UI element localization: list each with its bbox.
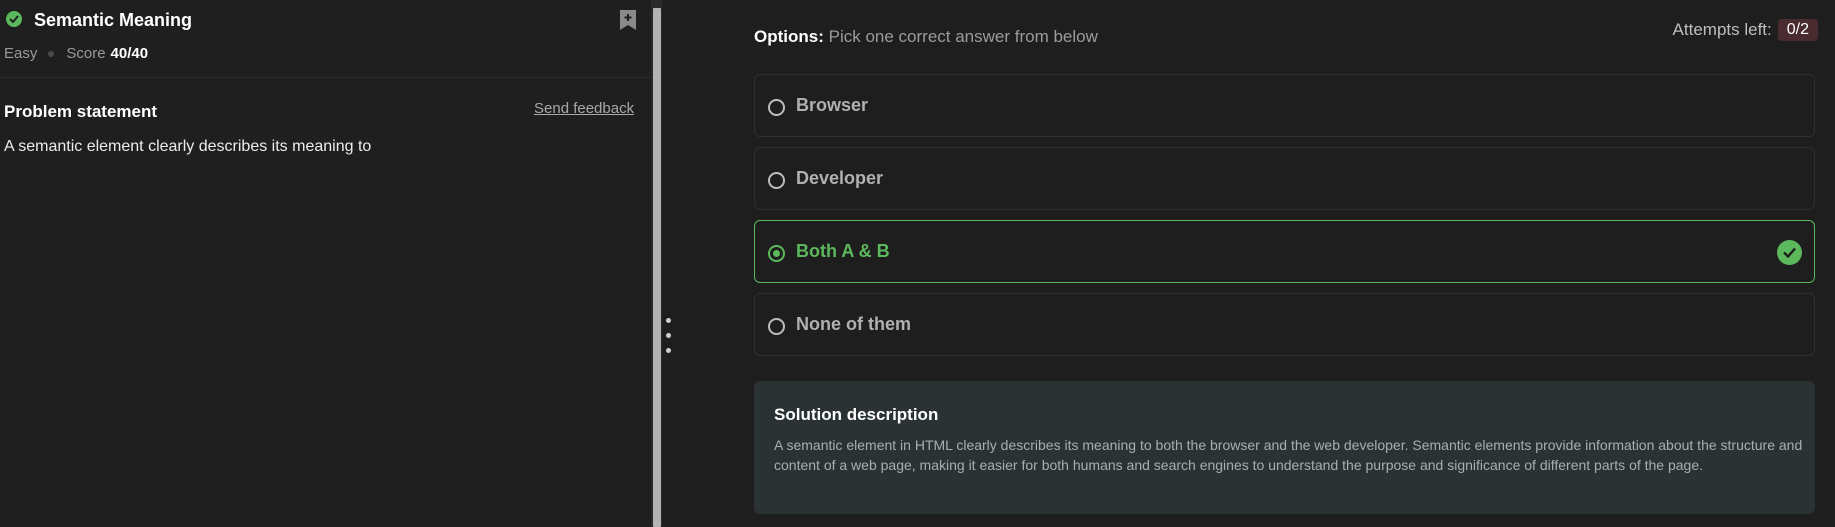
difficulty-label: Easy	[4, 45, 38, 62]
radio-button[interactable]	[768, 99, 785, 116]
scrollbar-thumb[interactable]	[653, 8, 661, 527]
handle-dot	[666, 318, 671, 323]
send-feedback-link[interactable]: Send feedback	[534, 100, 634, 117]
option-browser[interactable]: Browser	[754, 74, 1815, 137]
solution-panel: Solution description A semantic element …	[754, 381, 1815, 514]
handle-dot	[666, 333, 671, 338]
option-label: None of them	[796, 314, 911, 334]
solution-text: A semantic element in HTML clearly descr…	[774, 437, 1803, 473]
radio-button[interactable]	[768, 318, 785, 335]
option-both-a-b[interactable]: Both A & B	[754, 220, 1815, 283]
question-header: Semantic Meaning Easy Score 40/40	[0, 0, 651, 78]
option-none-of-them[interactable]: None of them	[754, 293, 1815, 356]
options-instruction: Pick one correct answer from below	[828, 27, 1098, 46]
score-label: Score	[66, 45, 106, 62]
check-circle-icon	[1777, 240, 1802, 265]
radio-button[interactable]	[768, 172, 785, 189]
attempts-indicator: Attempts left: 0/2	[1673, 19, 1818, 41]
handle-dot	[666, 348, 671, 353]
answer-panel: Options: Pick one correct answer from be…	[674, 0, 1835, 527]
scroll-up-arrow-icon[interactable]	[653, 0, 661, 12]
check-circle-icon	[6, 11, 22, 27]
question-title: Semantic Meaning	[34, 10, 193, 30]
option-label: Both A & B	[796, 241, 890, 261]
attempts-badge: 0/2	[1777, 19, 1818, 41]
option-developer[interactable]: Developer	[754, 147, 1815, 210]
problem-panel: Semantic Meaning Easy Score 40/40 Proble…	[0, 0, 651, 527]
panel-resize-handle[interactable]	[662, 0, 674, 527]
separator-dot	[48, 50, 55, 57]
problem-statement-heading: Problem statement	[4, 102, 158, 121]
bookmark-add-icon[interactable]	[618, 9, 638, 31]
app-root: Semantic Meaning Easy Score 40/40 Proble…	[0, 0, 1835, 527]
problem-statement-text: A semantic element clearly describes its…	[4, 138, 372, 155]
option-label: Developer	[796, 168, 884, 188]
score-value: 40/40	[110, 45, 149, 62]
solution-title: Solution description	[774, 405, 939, 424]
radio-button-selected[interactable]	[768, 245, 785, 262]
question-meta: Easy Score 40/40	[4, 45, 148, 62]
option-label: Browser	[796, 95, 869, 115]
attempts-label: Attempts left:	[1672, 20, 1772, 39]
options-label: Options:	[754, 27, 824, 46]
options-heading: Options: Pick one correct answer from be…	[754, 27, 1098, 47]
